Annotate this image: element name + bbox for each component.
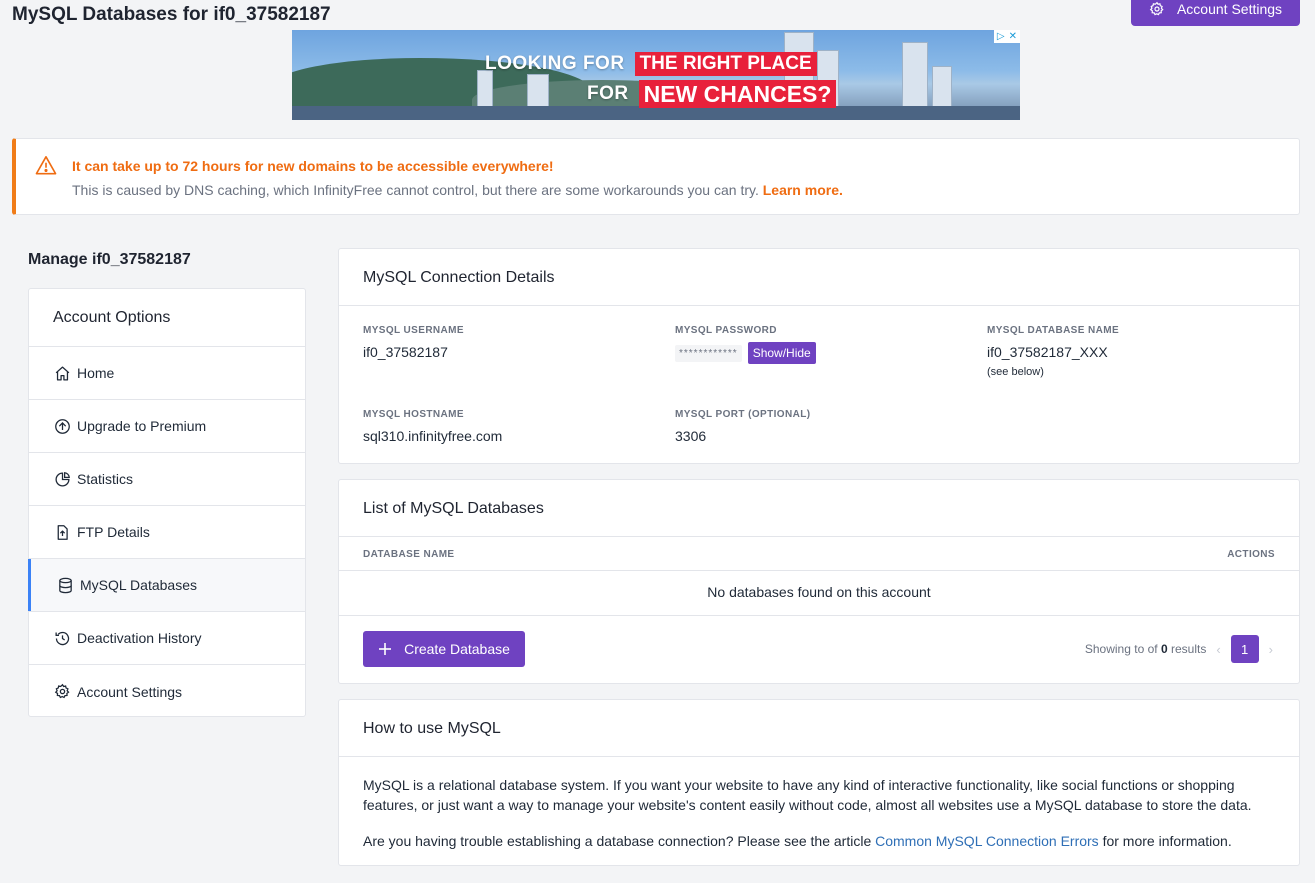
alert-message: This is caused by DNS caching, which Inf…: [72, 182, 759, 198]
username-field: MYSQL USERNAME if0_37582187: [363, 325, 464, 360]
column-header-database-name: DATABASE NAME: [363, 549, 455, 560]
show-hide-button[interactable]: Show/Hide: [747, 342, 816, 364]
hostname-value[interactable]: sql310.infinityfree.com: [363, 428, 502, 444]
field-label: MYSQL USERNAME: [363, 325, 464, 336]
alert-text: This is caused by DNS caching, which Inf…: [72, 182, 843, 198]
howto-paragraph: Are you having trouble establishing a da…: [363, 831, 1275, 851]
account-settings-label: Account Settings: [1176, 1, 1283, 17]
ad-text: FOR: [587, 83, 629, 104]
sidebar-item-label: Statistics: [77, 471, 134, 487]
ad-building: [902, 42, 928, 110]
ad-building: [932, 66, 952, 110]
sidebar-item-label: Home: [77, 365, 115, 381]
database-name-field: MYSQL DATABASE NAME if0_37582187_XXX (se…: [987, 325, 1119, 378]
gear-icon: [54, 683, 70, 699]
sidebar-item-label: MySQL Databases: [80, 577, 197, 593]
sidebar-item-account-settings[interactable]: Account Settings: [29, 665, 305, 718]
plus-icon: [379, 643, 392, 655]
column-header-actions: ACTIONS: [1227, 549, 1275, 560]
ad-banner[interactable]: LOOKING FOR THE RIGHT PLACE FOR NEW CHAN…: [292, 30, 1020, 120]
warning-icon: [35, 156, 57, 175]
field-label: MYSQL DATABASE NAME: [987, 325, 1120, 336]
sidebar-item-label: Account Settings: [77, 683, 183, 700]
database-name-note: (see below): [987, 366, 1044, 378]
password-mask: ************: [675, 344, 742, 362]
learn-more-link[interactable]: Learn more.: [763, 182, 843, 198]
field-label: MYSQL PASSWORD: [675, 325, 777, 336]
howto-text: for more information.: [1102, 833, 1232, 849]
sidebar-item-mysql[interactable]: MySQL Databases: [28, 559, 305, 612]
database-name-value[interactable]: if0_37582187_XXX: [987, 344, 1119, 360]
port-value[interactable]: 3306: [675, 428, 810, 444]
alert-title: It can take up to 72 hours for new domai…: [72, 158, 554, 174]
card-title: List of MySQL Databases: [339, 480, 1299, 537]
card-title: MySQL Connection Details: [339, 249, 1299, 306]
dns-alert: It can take up to 72 hours for new domai…: [12, 138, 1300, 215]
pagination: Showing to of 0 results ‹ 1 ›: [1085, 635, 1273, 663]
create-database-label: Create Database: [404, 641, 510, 657]
page-1-button[interactable]: 1: [1230, 635, 1259, 663]
sidebar: Account Options Home Upgrade to Premium …: [28, 288, 306, 717]
page-title: MySQL Databases for if0_37582187: [12, 4, 331, 25]
file-upload-icon: [57, 524, 68, 540]
history-icon: [55, 631, 70, 645]
results-prefix: Showing to of: [1084, 642, 1158, 656]
home-icon: [55, 365, 70, 381]
connection-details-card: MySQL Connection Details MYSQL USERNAME …: [338, 248, 1300, 464]
sidebar-item-upgrade[interactable]: Upgrade to Premium: [29, 400, 305, 453]
port-field: MYSQL PORT (OPTIONAL) 3306: [675, 409, 810, 444]
username-value[interactable]: if0_37582187: [363, 344, 464, 360]
card-title: How to use MySQL: [339, 700, 1299, 757]
ad-choices[interactable]: ▷ ✕: [993, 30, 1020, 43]
password-field: MYSQL PASSWORD ************ Show/Hide: [675, 325, 816, 364]
pie-chart-icon: [55, 471, 70, 487]
create-database-button[interactable]: Create Database: [363, 631, 525, 667]
arrow-up-circle-icon: [55, 418, 70, 434]
ad-highlight: NEW CHANCES?: [638, 80, 837, 108]
sidebar-item-label: FTP Details: [77, 524, 150, 540]
gear-icon: [1149, 1, 1164, 16]
sidebar-item-deactivation-history[interactable]: Deactivation History: [29, 612, 305, 665]
connection-errors-link[interactable]: Common MySQL Connection Errors: [875, 833, 1099, 849]
account-settings-button[interactable]: Account Settings: [1131, 0, 1300, 26]
howto-card: How to use MySQL MySQL is a relational d…: [338, 699, 1300, 866]
manage-title: Manage if0_37582187: [28, 251, 191, 268]
ad-water: [292, 106, 1020, 120]
ad-text: LOOKING FOR: [485, 53, 625, 74]
results-count: 0: [1160, 642, 1168, 656]
hostname-field: MYSQL HOSTNAME sql310.infinityfree.com: [363, 409, 502, 444]
howto-text: Are you having trouble establishing a da…: [363, 833, 872, 849]
results-summary: Showing to of 0 results: [1085, 642, 1206, 656]
next-page-icon[interactable]: ›: [1269, 642, 1273, 657]
empty-table-message: No databases found on this account: [339, 571, 1299, 616]
howto-paragraph: MySQL is a relational database system. I…: [363, 777, 1252, 813]
database-list-card: List of MySQL Databases DATABASE NAME AC…: [338, 479, 1300, 684]
database-icon: [59, 577, 72, 593]
ad-building: [527, 74, 549, 110]
field-label: MYSQL PORT (OPTIONAL): [675, 409, 811, 420]
ad-close-icon[interactable]: ✕: [1009, 31, 1017, 42]
sidebar-item-label: Deactivation History: [77, 630, 202, 646]
sidebar-item-ftp[interactable]: FTP Details: [29, 506, 305, 559]
sidebar-item-statistics[interactable]: Statistics: [29, 453, 305, 506]
previous-page-icon[interactable]: ‹: [1216, 642, 1220, 657]
ad-building: [477, 70, 493, 110]
table-header: DATABASE NAME ACTIONS: [339, 537, 1299, 571]
sidebar-item-label: Upgrade to Premium: [77, 418, 207, 434]
sidebar-header: Account Options: [29, 289, 305, 347]
sidebar-item-home[interactable]: Home: [29, 347, 305, 400]
results-suffix: results: [1170, 642, 1207, 656]
ad-highlight: THE RIGHT PLACE: [634, 52, 817, 76]
ad-choices-icon[interactable]: ▷: [997, 31, 1005, 42]
field-label: MYSQL HOSTNAME: [363, 409, 464, 420]
